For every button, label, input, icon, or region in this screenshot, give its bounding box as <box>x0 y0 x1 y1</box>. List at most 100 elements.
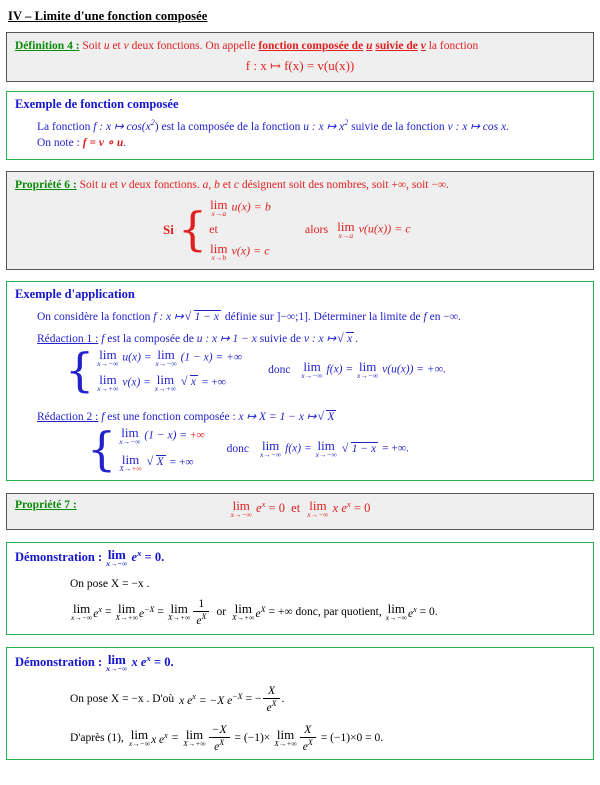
example-composition-title: Exemple de fonction composée <box>15 96 179 111</box>
property-7-eq-2: = 0 <box>353 500 371 515</box>
left-brace-icon: { <box>65 342 95 397</box>
property-6-row-1: lim x→a u(x) = b <box>209 198 271 218</box>
sqrt-icon: √ x <box>180 374 199 389</box>
property-6-conclusion: lim x→a v(u(x)) = c <box>336 220 410 240</box>
lim-operator: lim x→−∞ <box>106 547 128 569</box>
definition-4-emphasis-2: suivie de <box>375 40 418 52</box>
lim-operator: lim X→+∞ <box>232 601 255 623</box>
demonstration-1-title-eq: = 0. <box>144 549 165 564</box>
lim-operator: lim x→−∞ <box>230 498 252 520</box>
lim-operator: lim X→+∞ <box>167 601 191 623</box>
definition-4-v: v <box>123 40 129 52</box>
d1-expr-b: e−X <box>138 604 155 620</box>
r2d-result-red: +∞ <box>189 428 205 441</box>
d2-line2-eq2: = (−1)× <box>234 731 271 744</box>
exp-x2: x <box>346 498 351 509</box>
lim-operator: lim x→−∞ <box>97 346 119 368</box>
d1-fraction: 1 eX <box>193 598 210 627</box>
redaction-2-map: x ↦ X = 1 − x ↦ <box>238 410 317 423</box>
lim-operator: lim x→−∞ <box>155 346 177 368</box>
property-6-u: u <box>101 178 107 191</box>
redaction-2-b: est une fonction composée : <box>107 410 236 423</box>
r2d-expr2: = +∞ <box>169 456 194 469</box>
example-application-box: Exemple d'application On considère la fo… <box>6 280 594 481</box>
definition-4-u: u <box>103 40 110 52</box>
intro-function: f : x ↦ <box>153 310 184 323</box>
property-6-lead: Soit <box>79 178 99 191</box>
d1-eq-3: = +∞ donc, par quotient, <box>268 606 382 619</box>
lim-operator: lim x→b <box>210 241 228 263</box>
demonstration-2-line-1: On pose X = −x . D'où x ex = −X e−X = − … <box>70 685 585 714</box>
d1-eq-2: = <box>157 606 164 619</box>
r1-expr2: (1 − x) = +∞ <box>180 350 243 363</box>
d1-expr-e: ex <box>407 604 417 620</box>
demonstration-2-title: Démonstration : lim x→−∞ x ex = 0. <box>15 653 585 673</box>
property-7-expr-1: ex <box>256 498 266 515</box>
lim-operator: lim x→−∞ <box>301 359 323 381</box>
property-6-et-c: et <box>222 178 232 191</box>
d2-fraction-2: −X eX <box>208 724 230 753</box>
d1-eq-4: = 0. <box>419 606 438 619</box>
d2-fraction-1: X eX <box>263 685 280 714</box>
property-7-et: et <box>291 500 301 515</box>
property-6-row-2: et <box>209 222 218 237</box>
sqrt-icon: √ x <box>337 330 355 345</box>
property-7-eq-1: = 0 <box>268 500 286 515</box>
d2-line1-end: . <box>281 693 285 706</box>
sqrt-icon: √ X <box>317 408 337 423</box>
property-6-statement: Propriété 6 : Soit u et v deux fonctions… <box>15 177 585 194</box>
definition-4-emphasis-v: v <box>420 40 426 52</box>
demonstration-2-title-eq: = 0. <box>153 654 174 669</box>
lim-operator: lim x→−∞ <box>106 652 128 674</box>
d1-expr-d: eX <box>255 604 266 620</box>
r2d-concl-end: . <box>406 442 409 455</box>
redaction-2-row-1: lim x→−∞ (1 − x) = +∞ <box>118 426 204 446</box>
definition-4-formula: f : x ↦ f(x) = v(u(x)) <box>245 57 355 73</box>
example-composition-line-2: On note : f = v ∘ u. <box>37 135 585 152</box>
example-composition-u: u : x ↦ x2 <box>303 117 349 133</box>
lim-operator: lim x→+∞ <box>97 372 119 394</box>
definition-4-label: Définition 4 : <box>15 40 80 52</box>
redaction-2-system: { lim x→−∞ (1 − x) = +∞ lim X→+∞ √ X = +… <box>87 426 585 473</box>
r2d-under-red: +∞ <box>131 464 142 474</box>
redaction-2-brace-system: { lim x→−∞ (1 − x) = +∞ lim X→+∞ √ X = +… <box>87 426 205 473</box>
property-6-and: et <box>109 178 118 191</box>
redaction-1-c: suivie de <box>259 332 301 345</box>
d2-line2-xe: x ex <box>151 730 168 746</box>
redaction-1-row-1: lim x→−∞ u(x) = lim x→−∞ (1 − x) = +∞ <box>96 348 242 368</box>
intro-f-letter: f <box>423 310 427 323</box>
definition-4-and: et <box>112 40 121 52</box>
redaction-1-b: est la composée de <box>107 332 194 345</box>
example-application-title: Exemple d'application <box>15 286 135 301</box>
property-6-row-3: lim x→b v(x) = c <box>209 242 271 262</box>
property-6-row-1-expr: u(x) = b <box>231 199 271 214</box>
r2d-concl-f: f(x) = <box>285 442 312 455</box>
demonstration-1-label: Démonstration : <box>15 549 103 564</box>
redaction-1-u: u : x ↦ 1 − x <box>196 332 257 345</box>
property-6-plus-infinity: +∞ <box>391 178 407 191</box>
demonstration-1-title: Démonstration : lim x→−∞ ex = 0. <box>15 548 585 568</box>
intro-minus-infinity: −∞ <box>443 310 459 323</box>
r2d-expr1: (1 − x) = <box>144 428 188 441</box>
d2-fraction-3: X eX <box>299 724 316 753</box>
d2-line2-end: . <box>380 731 384 744</box>
d1-eq-1: = <box>104 606 112 619</box>
lim-operator: lim X→+∞ <box>274 727 297 749</box>
lim-operator: lim x→−∞ <box>119 424 141 446</box>
property-6-v: v <box>120 178 126 191</box>
redaction-2-f: f <box>101 410 105 423</box>
d2-line2-eq1: = <box>171 731 179 744</box>
demonstration-1-box: Démonstration : lim x→−∞ ex = 0. On pose… <box>6 541 594 635</box>
property-6-system: Si { lim x→a u(x) = b et lim x→b v(x) = … <box>163 198 585 262</box>
lim-operator: lim x→a <box>337 218 355 240</box>
property-7-formula: lim x→−∞ ex = 0 et lim x→−∞ x ex = 0 <box>15 499 585 519</box>
demonstration-1-line-1: On pose X = −x . <box>70 577 150 590</box>
exp-x: x <box>261 498 266 509</box>
definition-4-emphasis-u: u <box>366 40 373 52</box>
lim-operator: lim x→−∞ <box>357 359 379 381</box>
definition-4-emphasis-1: fonction composée de <box>258 40 364 52</box>
example-composition-note-label: On note : <box>37 137 80 150</box>
exp-2b: 2 <box>344 117 349 127</box>
example-composition-line1-b: ) est la composée de la fonction <box>154 120 301 133</box>
example-composition-box: Exemple de fonction composée La fonction… <box>6 90 594 160</box>
